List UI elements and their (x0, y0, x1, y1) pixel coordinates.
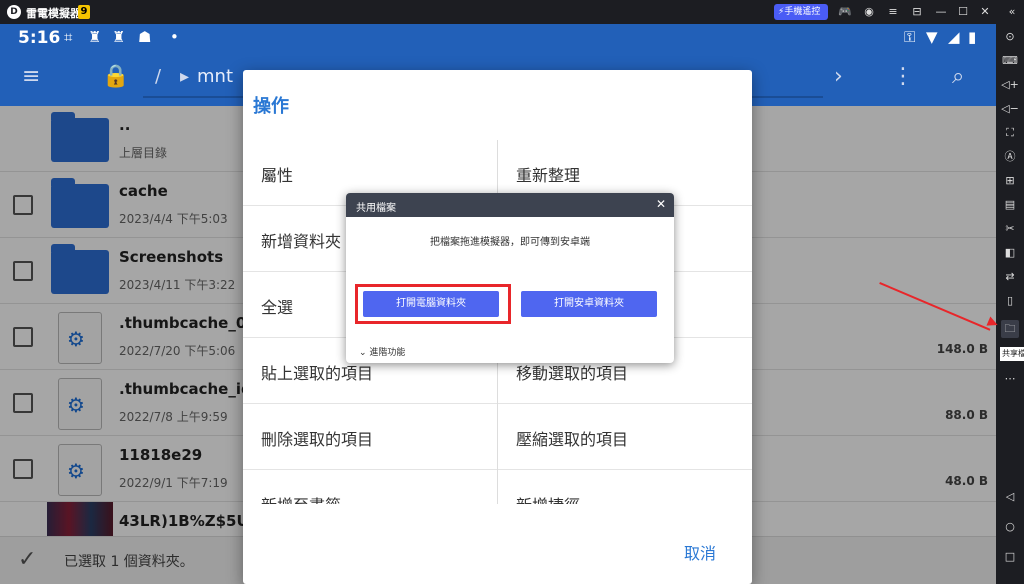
status-app-icon-2: ☗ (138, 28, 152, 46)
shared-folder-icon[interactable]: 🗀 (1001, 320, 1019, 338)
lock-icon[interactable]: 🔒 (102, 64, 129, 89)
status-chess-icon-2: ♜ (112, 28, 126, 46)
phone-control-button[interactable]: ⚡手機遙控 (774, 4, 828, 20)
red-highlight-box (355, 284, 511, 324)
status-chess-icon-1: ♜ (88, 28, 102, 46)
back-icon[interactable]: ◁ (1001, 488, 1019, 506)
action-delete-selected[interactable]: 刪除選取的項目 (243, 404, 497, 470)
shared-files-title: 共用檔案 (356, 203, 396, 214)
android-status-bar: 5:16 ⌗ ♜ ♜ ☗ • ⚿ ▼ ◢ ▮ (0, 24, 996, 52)
path-forward-icon[interactable]: › (834, 64, 843, 89)
maximize-icon[interactable]: ☐ (954, 3, 972, 21)
apk-install-icon[interactable]: ▤ (1001, 196, 1019, 214)
status-app-icon: ⌗ (64, 28, 73, 46)
multi-window-icon[interactable]: ◧ (1001, 244, 1019, 262)
open-android-folder-button[interactable]: 打開安卓資料夾 (521, 291, 657, 317)
shared-files-popup: 共用檔案 ✕ 把檔案拖進模擬器，即可傳到安卓端 打開電腦資料夾 打開安卓資料夾 … (346, 193, 674, 363)
version-badge: 9 (78, 5, 90, 19)
scissors-icon[interactable]: ✂ (1001, 220, 1019, 238)
signal-icon: ◢ (948, 28, 960, 46)
settings-circle-icon[interactable]: ⊙ (1001, 28, 1019, 46)
recents-icon[interactable]: □ (1001, 548, 1019, 566)
action-compress-selected[interactable]: 壓縮選取的項目 (498, 404, 752, 470)
path-segment-mnt[interactable]: mnt (197, 66, 233, 87)
sync-icon[interactable]: ⇄ (1001, 268, 1019, 286)
phone-control-label: 手機遙控 (784, 7, 821, 17)
path-root-separator[interactable]: / (155, 66, 161, 87)
account-icon[interactable]: ◉ (860, 3, 878, 21)
wifi-icon: ▼ (926, 28, 938, 46)
collapse-sidebar-icon[interactable]: « (1003, 3, 1021, 21)
home-icon[interactable]: ○ (1001, 518, 1019, 536)
shake-icon[interactable]: ▯ (1001, 292, 1019, 310)
fullscreen-icon[interactable]: ⛶ (1001, 124, 1019, 142)
action-add-shortcut[interactable]: 新增捷徑 (498, 470, 752, 504)
battery-icon: ▮ (968, 28, 977, 46)
add-apk-icon[interactable]: ⊞ (1001, 172, 1019, 190)
shared-files-description: 把檔案拖進模擬器，即可傳到安卓端 (430, 237, 590, 248)
close-icon[interactable]: ✕ (976, 3, 994, 21)
minimize-icon[interactable]: — (932, 3, 950, 21)
minimize-small-icon[interactable]: ⊟ (908, 3, 926, 21)
cancel-button[interactable]: 取消 (684, 540, 716, 564)
vpn-key-icon: ⚿ (904, 28, 916, 46)
more-options-icon[interactable]: ⋮ (892, 64, 914, 89)
menu-icon[interactable]: ≡ (884, 3, 902, 21)
advanced-features-toggle[interactable]: ⌄ 進階功能 (359, 345, 405, 358)
chevron-down-icon: ⌄ (359, 348, 370, 358)
more-icon[interactable]: ⋯ (1001, 370, 1019, 388)
search-icon[interactable]: ⌕ (952, 64, 964, 89)
emulator-app-name: 雷電模擬器 (26, 7, 81, 20)
auto-script-icon[interactable]: Ⓐ (1001, 148, 1019, 166)
emulator-sidebar: ⊙ ⌨ ◁+ ◁− ⛶ Ⓐ ⊞ ▤ ✂ ◧ ⇄ ▯ 🗀 ⋯ ◁ ○ □ (996, 24, 1024, 584)
keyboard-icon[interactable]: ⌨ (1001, 52, 1019, 70)
shared-files-header: 共用檔案 ✕ (346, 193, 674, 217)
path-chevron-icon: ▸ (180, 66, 190, 87)
hamburger-menu-icon[interactable]: ≡ (22, 64, 40, 89)
close-icon[interactable]: ✕ (656, 197, 666, 211)
action-add-bookmark[interactable]: 新增至書籤 (243, 470, 497, 504)
shared-folder-tooltip: 共享檔 (1000, 347, 1024, 361)
volume-down-icon[interactable]: ◁− (1001, 100, 1019, 118)
volume-up-icon[interactable]: ◁+ (1001, 76, 1019, 94)
emulator-title-bar: D 雷電模擬器 9 ⚡手機遙控 🎮 ◉ ≡ ⊟ — ☐ ✕ « (0, 0, 1024, 24)
gamepad-icon[interactable]: 🎮 (836, 3, 854, 21)
status-time: 5:16 (18, 28, 61, 48)
emulator-logo-icon: D (7, 5, 21, 19)
status-dot-icon: • (170, 28, 179, 46)
dialog-title: 操作 (253, 96, 289, 117)
